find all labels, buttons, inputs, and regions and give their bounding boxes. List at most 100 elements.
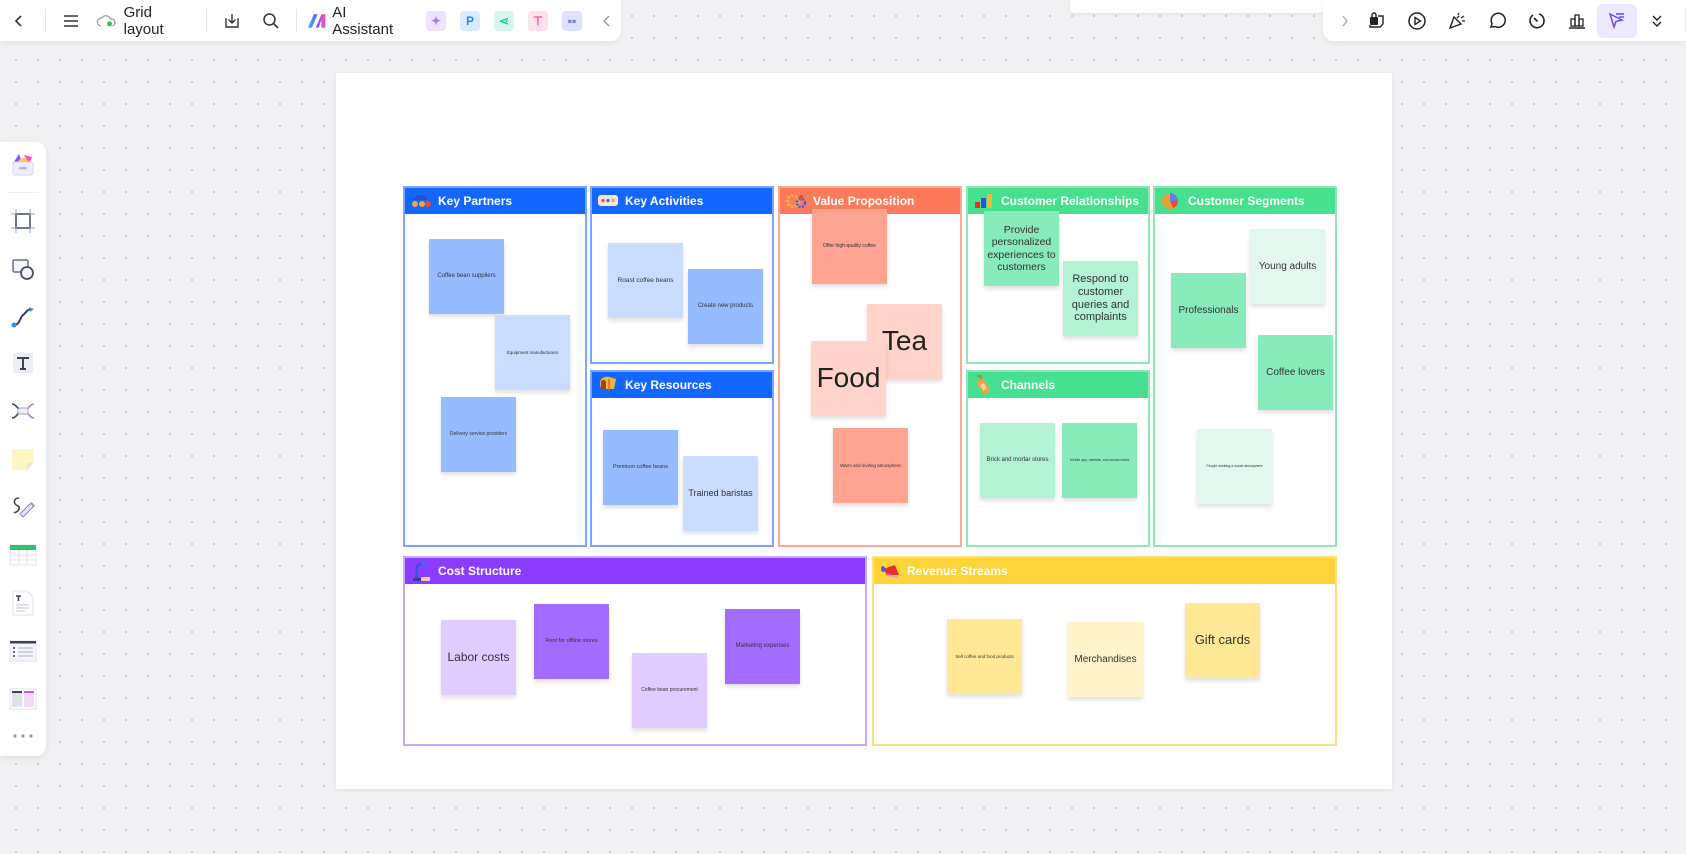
document-title-area[interactable]: Grid layout xyxy=(90,1,199,41)
mailbox-icon xyxy=(597,376,619,394)
sticky-note[interactable]: Create new products xyxy=(688,269,763,344)
divider xyxy=(44,8,46,33)
sticky-note[interactable]: Food xyxy=(811,341,886,416)
timer-button[interactable] xyxy=(1517,4,1557,38)
sticky-note[interactable]: Merchandises xyxy=(1068,622,1143,697)
sticky-note[interactable]: Coffee lovers xyxy=(1258,335,1333,410)
section-cost-structure[interactable]: Cost Structure Labor costs Rent for offl… xyxy=(403,556,867,746)
list-tool-button[interactable] xyxy=(8,636,38,666)
sticky-note[interactable]: Coffee bean suppliers xyxy=(429,239,504,314)
sticky-note[interactable]: Marketing expenses xyxy=(725,609,800,684)
frame-tool-button[interactable] xyxy=(8,206,38,236)
sticky-note[interactable]: Roast coffee beans xyxy=(608,243,683,318)
vote-button[interactable] xyxy=(1557,4,1597,38)
ai-assistant-button[interactable]: AI Assistant xyxy=(303,1,412,41)
laser-pointer-button[interactable] xyxy=(1597,3,1637,38)
templates-button[interactable] xyxy=(8,150,38,180)
layout-tool-button[interactable] xyxy=(8,684,38,714)
bar-chart-icon xyxy=(973,192,995,210)
ai-chat-icon[interactable]: ▪▪ xyxy=(561,10,582,31)
template-icon xyxy=(1369,11,1384,28)
menu-button[interactable] xyxy=(52,1,91,41)
sticky-note[interactable]: Offer high-quality coffee xyxy=(812,209,887,284)
sticky-note[interactable]: Delivery service providers xyxy=(441,397,516,472)
sticky-note[interactable]: Gift cards xyxy=(1185,603,1260,678)
frame-icon xyxy=(11,209,35,233)
sticky-note[interactable]: Sell coffee and food products xyxy=(947,619,1022,694)
vote-icon xyxy=(1569,13,1585,29)
sticky-note[interactable]: People seeking a social atmosphere xyxy=(1197,429,1272,504)
pen-tool-button[interactable] xyxy=(8,492,38,522)
comment-button[interactable] xyxy=(1477,4,1517,38)
sticky-note[interactable]: Premium coffee beans xyxy=(603,430,678,505)
top-toolbar: Grid layout AI Assistant ✦ P ⋖ ⊤ ▪▪ xyxy=(0,0,621,41)
shape-tool-button[interactable] xyxy=(8,254,38,284)
more-tools-button[interactable] xyxy=(8,726,38,746)
mindmap-icon xyxy=(11,403,35,419)
binoculars-icon xyxy=(410,192,432,210)
more-tools-button[interactable] xyxy=(1637,4,1677,38)
section-title: Cost Structure xyxy=(438,564,522,578)
top-panel-edge xyxy=(1070,0,1323,13)
document-tool-button[interactable] xyxy=(8,588,38,618)
laser-pointer-icon xyxy=(1608,12,1625,29)
sticky-note[interactable]: Mobile app, website, and social media xyxy=(1062,423,1137,498)
section-title: Customer Relationships xyxy=(1001,194,1140,208)
template-button[interactable] xyxy=(1357,4,1397,38)
celebrate-button[interactable] xyxy=(1437,4,1477,38)
chat-bubble-icon xyxy=(597,192,619,210)
section-revenue-streams[interactable]: Revenue Streams Sell coffee and food pro… xyxy=(872,556,1337,746)
search-icon xyxy=(262,12,279,29)
connector-tool-button[interactable] xyxy=(8,302,38,332)
back-button[interactable] xyxy=(0,1,39,41)
download-icon xyxy=(225,13,239,28)
mindmap-tool-button[interactable] xyxy=(8,396,38,426)
ai-logo-icon xyxy=(307,13,326,28)
section-title: Value Proposition xyxy=(813,194,915,208)
table-tool-button[interactable] xyxy=(8,540,38,570)
celebrate-icon xyxy=(1448,12,1465,29)
present-button[interactable] xyxy=(1397,4,1437,38)
section-title: Customer Segments xyxy=(1188,194,1305,208)
ai-ppt-icon[interactable]: P xyxy=(459,10,480,31)
section-key-activities[interactable]: Key Activities Roast coffee beans Create… xyxy=(590,186,774,364)
download-button[interactable] xyxy=(213,1,252,41)
section-value-proposition[interactable]: Value Proposition Offer high-quality cof… xyxy=(778,186,962,547)
phone-icon xyxy=(973,375,995,395)
section-title: Channels xyxy=(1001,378,1056,392)
sticky-note[interactable]: Professionals xyxy=(1171,273,1246,348)
search-button[interactable] xyxy=(251,1,290,41)
sticky-note[interactable]: Equipment manufacturers xyxy=(495,315,570,390)
sticky-note[interactable]: Coffee bean procurement xyxy=(632,653,707,728)
divider xyxy=(7,192,39,193)
sticky-note[interactable]: Young adults xyxy=(1250,229,1325,304)
cloud-saved-icon xyxy=(97,14,116,26)
ai-assistant-label: AI Assistant xyxy=(332,3,394,38)
collapse-toolbar-button[interactable] xyxy=(592,1,621,41)
text-tool-button[interactable] xyxy=(8,348,38,378)
section-key-partners[interactable]: Key Partners Coffee bean suppliers Equip… xyxy=(403,186,587,547)
section-header: Customer Segments xyxy=(1155,188,1335,214)
section-customer-relationships[interactable]: Customer Relationships Provide personali… xyxy=(966,186,1150,364)
sticky-note[interactable]: Warm and inviting atmosphere xyxy=(833,428,908,503)
section-key-resources[interactable]: Key Resources Premium coffee beans Train… xyxy=(590,370,774,547)
sticky-note[interactable]: Provide personalized experiences to cust… xyxy=(984,211,1059,286)
sticky-note-icon xyxy=(12,449,34,470)
sticky-note[interactable]: Rent for offline stores xyxy=(534,604,609,679)
document-title[interactable]: Grid layout xyxy=(124,4,194,38)
sticky-note[interactable]: Labor costs xyxy=(441,620,516,695)
sticky-note[interactable]: Respond to customer queries and complain… xyxy=(1063,261,1138,336)
section-title: Key Activities xyxy=(625,194,704,208)
ai-image-icon[interactable]: ✦ xyxy=(425,10,446,31)
ai-flowchart-icon[interactable]: ⊤ xyxy=(527,10,548,31)
sticky-note[interactable]: Brick and mortar stores xyxy=(980,423,1055,498)
list-icon xyxy=(9,640,37,662)
section-channels[interactable]: Channels Brick and mortar stores Mobile … xyxy=(966,370,1150,547)
section-customer-segments[interactable]: Customer Segments Young adults Professio… xyxy=(1153,186,1337,547)
double-chevron-down-icon xyxy=(1652,15,1662,27)
sticky-note[interactable]: Trained baristas xyxy=(683,456,758,531)
section-header: Key Resources xyxy=(592,372,772,398)
sticky-note-tool-button[interactable] xyxy=(8,444,38,474)
ai-mindmap-icon[interactable]: ⋖ xyxy=(493,10,514,31)
expand-toolbar-button[interactable] xyxy=(1333,4,1357,38)
